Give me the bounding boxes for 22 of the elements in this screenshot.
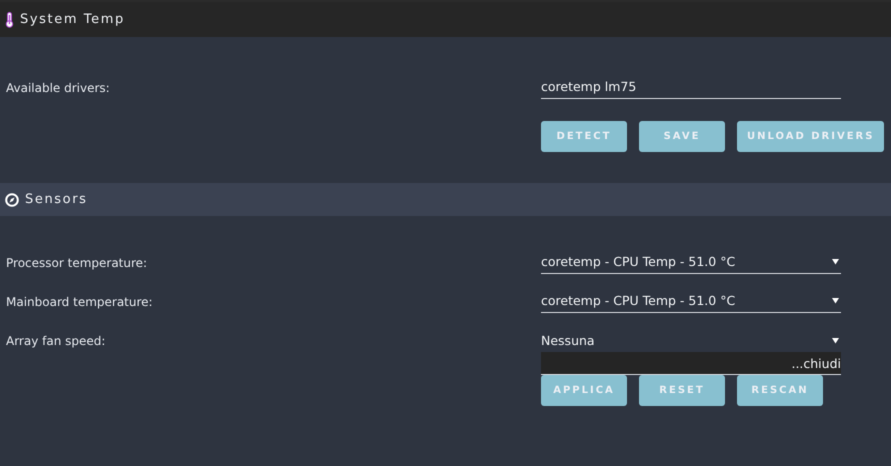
action-button[interactable]: DETECT [541, 121, 627, 152]
caret-icon [832, 336, 839, 344]
action-button[interactable]: SAVE [639, 121, 725, 152]
caret-icon [832, 258, 839, 265]
dropdown-option[interactable]: ...chiudi [541, 352, 841, 375]
section-title: Sensors [25, 192, 88, 207]
action-button[interactable]: APPLICA [541, 375, 627, 406]
thermometer-icon [5, 12, 14, 28]
action-button[interactable]: RESCAN [737, 375, 823, 406]
action-button[interactable]: UNLOAD DRIVERS [737, 121, 884, 152]
action-button[interactable]: RESET [639, 375, 725, 406]
section-title: System Temp [20, 12, 125, 27]
dropdown[interactable]: coretemp - CPU Temp - 51.0 °C [541, 289, 841, 313]
input-field[interactable]: coretemp lm75 [541, 75, 841, 99]
compass-icon [5, 192, 19, 206]
dropdown[interactable]: Nessuna [541, 328, 841, 352]
dropdown[interactable]: coretemp - CPU Temp - 51.0 °C [541, 250, 841, 274]
field-label: Mainboard temperature: [6, 294, 154, 311]
caret-icon [832, 297, 839, 304]
field-label: Processor temperature: [6, 255, 148, 272]
field-label: Available drivers: [6, 80, 111, 97]
field-label: Array fan speed: [6, 333, 106, 350]
